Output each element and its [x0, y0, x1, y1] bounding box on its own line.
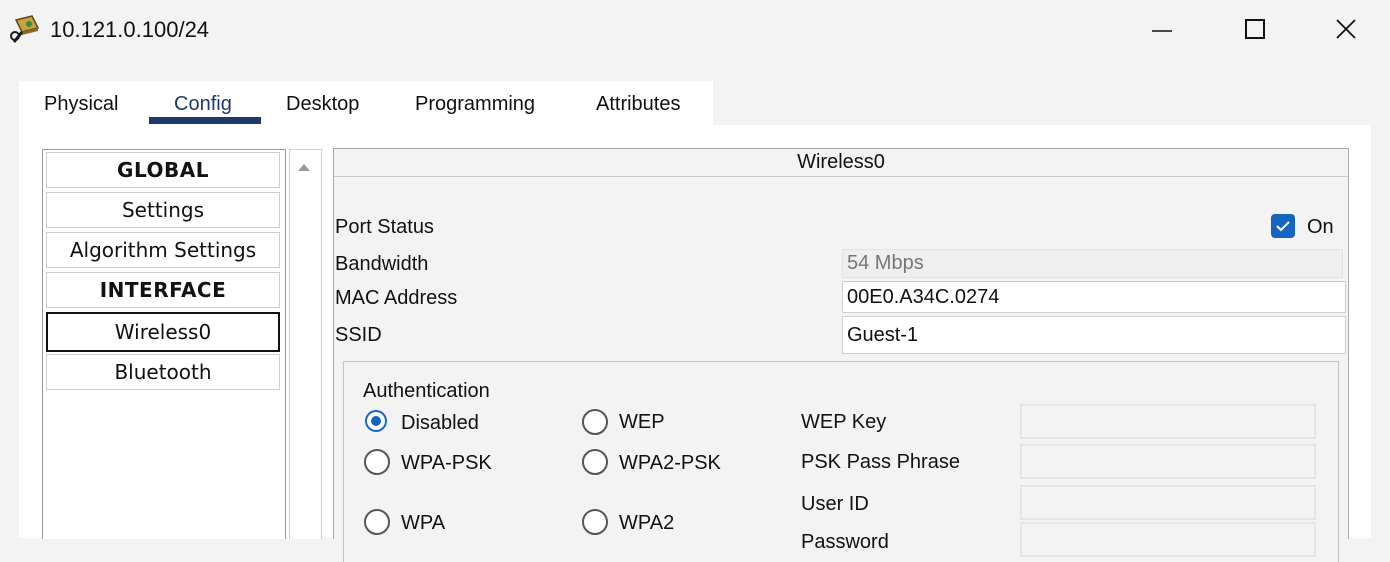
radio-wpa-psk-label: WPA-PSK: [401, 452, 492, 474]
radio-wpa2-psk-label: WPA2-PSK: [619, 452, 721, 474]
radio-wpa-label: WPA: [401, 512, 446, 534]
radio-wpa[interactable]: [364, 509, 390, 535]
active-tab-indicator: [149, 117, 261, 124]
router-network-icon: [10, 15, 40, 43]
radio-wep[interactable]: [582, 409, 608, 435]
port-status-on-label: On: [1307, 216, 1334, 238]
sidebar-header-global: GLOBAL: [46, 152, 280, 188]
close-button[interactable]: [1306, 0, 1386, 57]
password-field[interactable]: [1020, 522, 1316, 557]
password-label: Password: [801, 531, 889, 553]
psk-pass-phrase-label: PSK Pass Phrase: [801, 451, 960, 473]
sidebar-item-bluetooth[interactable]: Bluetooth: [46, 354, 280, 390]
checkmark-icon: [1276, 221, 1290, 232]
sidebar-header-interface: INTERFACE: [46, 272, 280, 308]
sidebar: GLOBAL Settings Algorithm Settings INTER…: [42, 149, 286, 539]
maximize-button[interactable]: [1215, 0, 1295, 57]
user-id-label: User ID: [801, 493, 869, 515]
ssid-label: SSID: [335, 324, 382, 346]
tab-attributes[interactable]: Attributes: [596, 92, 680, 116]
radio-wep-label: WEP: [619, 411, 665, 433]
tab-programming[interactable]: Programming: [415, 92, 535, 116]
radio-wpa2-psk[interactable]: [582, 449, 608, 475]
radio-wpa-psk[interactable]: [364, 449, 390, 475]
tab-bar: Physical Config Desktop Programming Attr…: [19, 81, 713, 125]
minimize-icon: [1152, 29, 1172, 32]
wep-key-field[interactable]: [1020, 404, 1316, 439]
user-id-field[interactable]: [1020, 485, 1316, 520]
scroll-up-arrow-icon[interactable]: [298, 164, 310, 171]
sidebar-scrollbar[interactable]: [289, 149, 322, 539]
radio-wpa2-label: WPA2: [619, 512, 675, 534]
radio-disabled[interactable]: [365, 410, 387, 432]
radio-wpa2[interactable]: [582, 509, 608, 535]
mac-address-label: MAC Address: [335, 287, 458, 309]
sidebar-item-wireless0[interactable]: Wireless0: [46, 312, 280, 352]
maximize-icon: [1245, 18, 1265, 39]
wep-key-label: WEP Key: [801, 411, 887, 433]
interface-config: Wireless0 Port Status On Bandwidth 54 Mb…: [333, 148, 1349, 562]
radio-disabled-label: Disabled: [401, 412, 479, 434]
port-status-label: Port Status: [335, 216, 434, 238]
title-bar: 10.121.0.100/24: [0, 0, 1390, 57]
ssid-field[interactable]: Guest-1: [842, 316, 1346, 354]
window-title: 10.121.0.100/24: [50, 17, 210, 42]
minimize-button[interactable]: [1122, 0, 1202, 57]
window-content: Physical Config Desktop Programming Attr…: [19, 57, 1371, 562]
close-icon: [1336, 18, 1356, 39]
authentication-title: Authentication: [363, 380, 490, 402]
tab-desktop[interactable]: Desktop: [286, 92, 359, 116]
tab-physical[interactable]: Physical: [44, 92, 118, 116]
psk-pass-phrase-field[interactable]: [1020, 444, 1316, 479]
bandwidth-field: 54 Mbps: [842, 249, 1343, 278]
authentication-group: Authentication Disabled WEP WPA-PSK WPA2…: [343, 361, 1339, 562]
interface-title: Wireless0: [334, 149, 1348, 177]
port-status-checkbox[interactable]: [1271, 214, 1295, 238]
mac-address-field[interactable]: 00E0.A34C.0274: [842, 281, 1346, 313]
config-panel: GLOBAL Settings Algorithm Settings INTER…: [19, 125, 1371, 562]
tab-config[interactable]: Config: [174, 92, 232, 116]
sidebar-item-settings[interactable]: Settings: [46, 192, 280, 228]
sidebar-item-algorithm-settings[interactable]: Algorithm Settings: [46, 232, 280, 268]
bandwidth-label: Bandwidth: [335, 253, 429, 275]
